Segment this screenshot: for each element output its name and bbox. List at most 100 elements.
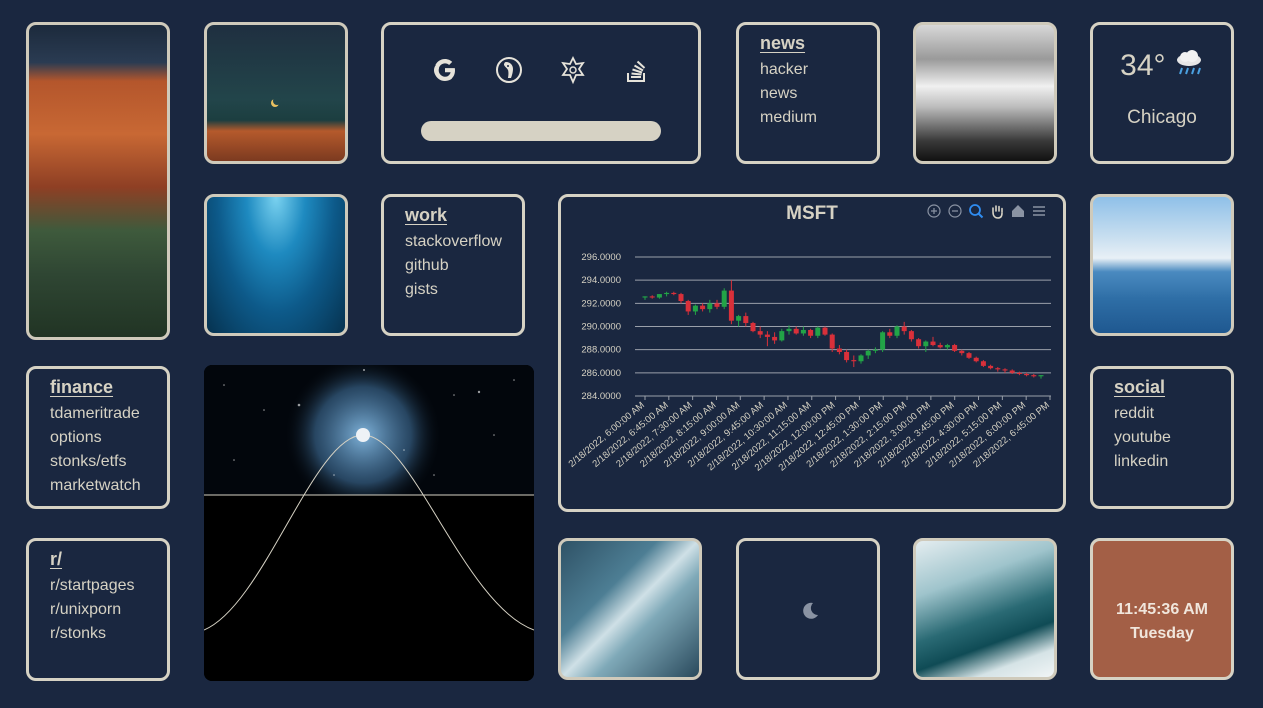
candle-body [757,331,763,335]
weather-city: Chicago [1127,107,1197,128]
candle-body [743,316,749,324]
news-heading: news [760,33,806,53]
link-gists[interactable]: gists [405,278,522,302]
link-medium[interactable]: medium [760,106,877,130]
candle-body [836,348,842,352]
y-tick-label: 284.0000 [581,391,621,402]
link-reddit[interactable]: reddit [1114,402,1231,426]
news-card: news hacker news medium [736,22,880,164]
link-youtube[interactable]: youtube [1114,426,1231,450]
candlestick-plot: 296.0000 294.0000 292.0000 290.0000 288.0000… [567,252,1052,473]
candle-body [772,336,778,341]
candle-body [937,345,943,348]
candle-body [916,339,922,347]
clock-time: 11:45:36 AM [1116,601,1208,618]
y-tick-label: 288.0000 [581,345,621,356]
reddit-card: r/ r/startpages r/unixporn r/stonks [26,538,170,681]
candle-body [880,332,886,350]
link-options[interactable]: options [50,426,167,450]
candle-body [808,329,814,336]
candle-body [901,326,907,332]
candle-body [923,341,929,347]
candle-body [1002,369,1008,371]
candle-body [944,345,950,348]
sun-arc-graphic [204,365,534,681]
weather-card: 34° Chicago [1090,22,1234,164]
candle-body [930,341,936,346]
link-linkedin[interactable]: linkedin [1114,450,1231,474]
candle-body [728,290,734,321]
candle-body [815,327,821,336]
candle-body [822,327,828,335]
candle-body [908,331,914,340]
link-r-unixporn[interactable]: r/unixporn [50,598,167,622]
candle-body [966,353,972,358]
candle-body [1031,375,1037,377]
candle-body [959,350,965,354]
link-marketwatch[interactable]: marketwatch [50,474,167,498]
finance-heading: finance [50,377,114,397]
link-hacker[interactable]: hacker [760,58,877,82]
candle-body [736,316,742,321]
search-input[interactable] [421,121,661,141]
ocean-waves-image [558,538,702,680]
candle-body [642,296,648,298]
crescent-moon-icon [271,97,281,107]
link-stonks-etfs[interactable]: stonks/etfs [50,450,167,474]
sun-path-visualization [204,365,534,681]
candle-body [887,332,893,336]
candle-body [851,360,857,362]
underwater-image [204,194,348,336]
night-desert-pixel-image [204,22,348,164]
stock-chart-card: MSFT 296.0000 294.0000 292.0000 290.0000 288… [558,194,1066,512]
candle-body [664,292,670,295]
desert-pixel-art-image [26,22,170,340]
link-news[interactable]: news [760,82,877,106]
link-r-startpages[interactable]: r/startpages [50,574,167,598]
weather-temp: 34° [1093,49,1231,83]
candle-body [714,303,720,307]
link-tdameritrade[interactable]: tdameritrade [50,402,167,426]
candle-body [678,294,684,302]
stackoverflow-icon[interactable] [622,55,652,85]
wolframalpha-icon[interactable] [558,55,588,85]
candle-body [988,365,994,369]
candle-body [656,294,662,298]
theme-toggle-card[interactable] [736,538,880,680]
clock-card: 11:45:36 AM Tuesday [1090,538,1234,680]
candle-body [952,345,958,351]
candle-body [980,361,986,366]
link-stackoverflow[interactable]: stackoverflow [405,230,522,254]
candle-body [1016,372,1022,374]
candle-body [800,329,806,334]
candle-body [750,323,756,332]
ice-floes-image [913,538,1057,680]
link-github[interactable]: github [405,254,522,278]
reddit-heading: r/ [50,549,63,569]
candle-body [793,328,799,334]
mountain-lake-image [1090,194,1234,336]
candle-body [692,305,698,312]
candle-body [1024,373,1030,376]
google-icon[interactable] [430,55,460,85]
candle-body [779,331,785,341]
candle-body [858,355,864,362]
duckduckgo-icon[interactable] [494,55,524,85]
y-tick-label: 292.0000 [581,298,621,309]
moon-icon[interactable] [800,601,820,621]
candle-body [764,334,770,337]
candle-body [844,351,850,361]
candle-body [700,305,706,310]
candle-body [872,349,878,351]
candle-body [995,368,1001,370]
misty-mountains-image [913,22,1057,164]
candle-body [829,334,835,349]
y-tick-label: 294.0000 [581,275,621,286]
link-r-stonks[interactable]: r/stonks [50,622,167,646]
y-tick-label: 286.0000 [581,368,621,379]
candle-body [894,326,900,336]
candle-body [786,328,792,332]
candle-body [721,290,727,307]
candle-body [685,301,691,312]
candle-body [649,296,655,298]
